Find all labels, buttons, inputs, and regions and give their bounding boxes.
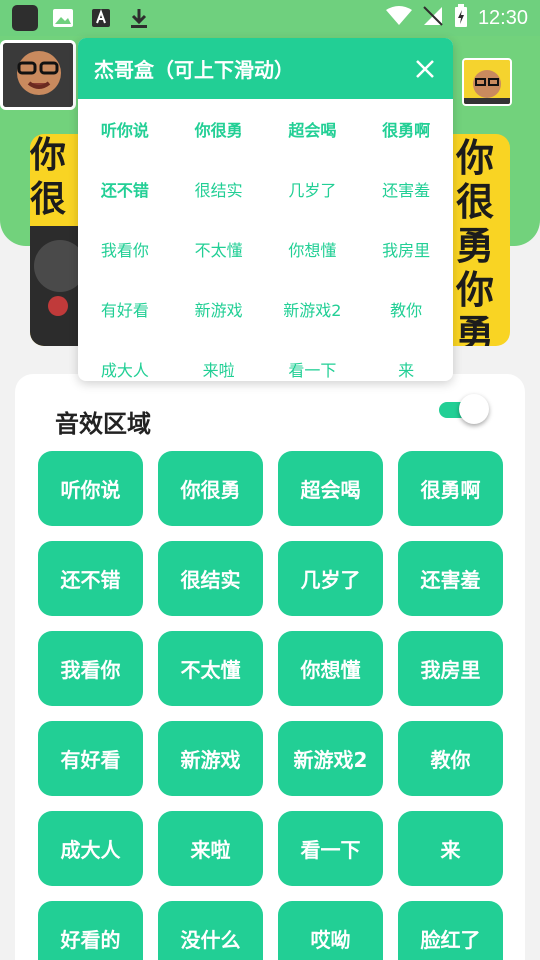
text-a-icon xyxy=(88,5,114,31)
popup-item[interactable]: 还害羞 xyxy=(359,159,453,219)
sound-button[interactable]: 我看你 xyxy=(38,631,143,706)
sound-button[interactable]: 不太懂 xyxy=(158,631,263,706)
banner-char: 你 xyxy=(455,136,494,180)
popup-item[interactable]: 看一下 xyxy=(266,339,360,381)
popup-item[interactable]: 超会喝 xyxy=(266,99,360,159)
popup-item[interactable]: 来啦 xyxy=(172,339,266,381)
sound-button-grid: 听你说 你很勇 超会喝 很勇啊 还不错 很结实 几岁了 还害羞 我看你 不太懂 你想懂 我房里 有好看新… xyxy=(38,451,503,960)
sound-button[interactable]: 好看的 xyxy=(38,901,143,960)
popup-item[interactable]: 还不错 xyxy=(78,159,172,219)
popup-list: 听你说 你很勇 超会喝 很勇啊 还不错 很结实 几岁了 还害羞 我看你 不太懂 你想懂 我房里 有好看新… xyxy=(78,99,453,381)
popup-item[interactable]: 新游戏 xyxy=(172,279,266,339)
sound-button[interactable]: 新游戏 xyxy=(158,721,263,796)
banner-char: 很 xyxy=(30,179,67,220)
popup-item[interactable]: 很勇啊 xyxy=(359,99,453,159)
sound-button[interactable]: 脸红了 xyxy=(398,901,503,960)
sound-button[interactable]: 还害羞 xyxy=(398,541,503,616)
banner-char: 勇 xyxy=(455,312,494,346)
sound-button[interactable]: 我房里 xyxy=(398,631,503,706)
avatar[interactable] xyxy=(0,40,76,110)
sound-button[interactable]: 几岁了 xyxy=(278,541,383,616)
sound-button[interactable]: 看一下 xyxy=(278,811,383,886)
popup-item[interactable]: 很结实 xyxy=(172,159,266,219)
popup-item[interactable]: 来 xyxy=(359,339,453,381)
popup-item[interactable]: 听你说 xyxy=(78,99,172,159)
sound-area-title: 音效区域 xyxy=(55,410,151,438)
popup-item[interactable]: 几岁了 xyxy=(266,159,360,219)
popup-item[interactable]: 你很勇 xyxy=(172,99,266,159)
popup-item[interactable]: 你想懂 xyxy=(266,219,360,279)
sound-button[interactable]: 很结实 xyxy=(158,541,263,616)
popup-item[interactable]: 有好看 xyxy=(78,279,172,339)
popup-item[interactable]: 成大人 xyxy=(78,339,172,381)
banner-photo xyxy=(30,226,78,346)
sound-button[interactable]: 哎呦 xyxy=(278,901,383,960)
banner-char: 很 xyxy=(455,180,494,224)
popup-item[interactable]: 我看你 xyxy=(78,219,172,279)
sound-button[interactable]: 你想懂 xyxy=(278,631,383,706)
battery-icon xyxy=(454,4,468,32)
banner-char: 勇 xyxy=(455,224,494,268)
no-signal-icon xyxy=(422,5,444,31)
popup-title: 杰哥盒（可上下滑动） xyxy=(94,58,294,82)
popup-panel: 杰哥盒（可上下滑动） 听你说 你很勇 超会喝 很勇啊还不错 很结实 几岁了 还害羞我看你 不太… xyxy=(78,38,453,381)
status-bar: 12:30 xyxy=(0,0,540,36)
sound-button[interactable]: 超会喝 xyxy=(278,451,383,526)
sound-button[interactable]: 教你 xyxy=(398,721,503,796)
sound-area-card: 音效区域 听你说 你很勇 超会喝 很勇啊还不错 很结实 几岁了 还害羞我看你 不太懂 你想懂 我房… xyxy=(15,374,525,960)
sound-button[interactable]: 听你说 xyxy=(38,451,143,526)
popup-header: 杰哥盒（可上下滑动） xyxy=(78,38,453,99)
wifi-icon xyxy=(385,6,412,30)
sound-button[interactable]: 很勇啊 xyxy=(398,451,503,526)
status-time: 12:30 xyxy=(477,6,528,29)
popup-item[interactable]: 我房里 xyxy=(359,219,453,279)
popup-item[interactable]: 不太懂 xyxy=(172,219,266,279)
image-icon xyxy=(50,5,76,31)
sound-button[interactable]: 成大人 xyxy=(38,811,143,886)
sound-button[interactable]: 有好看 xyxy=(38,721,143,796)
toggle-knob xyxy=(459,394,489,424)
sound-button[interactable]: 来 xyxy=(398,811,503,886)
sound-button[interactable]: 你很勇 xyxy=(158,451,263,526)
popup-item[interactable]: 新游戏2 xyxy=(266,279,360,339)
app-icon xyxy=(12,5,38,31)
sound-button[interactable]: 来啦 xyxy=(158,811,263,886)
popup-item[interactable]: 教你 xyxy=(359,279,453,339)
sound-toggle[interactable] xyxy=(439,394,489,424)
close-icon[interactable] xyxy=(413,57,437,81)
avatar-small[interactable] xyxy=(462,58,512,106)
banner-char: 你 xyxy=(30,135,67,176)
sound-button[interactable]: 还不错 xyxy=(38,541,143,616)
download-icon xyxy=(126,5,152,31)
sound-button[interactable]: 新游戏2 xyxy=(278,721,383,796)
sound-button[interactable]: 没什么 xyxy=(158,901,263,960)
banner-char: 你 xyxy=(455,268,494,312)
